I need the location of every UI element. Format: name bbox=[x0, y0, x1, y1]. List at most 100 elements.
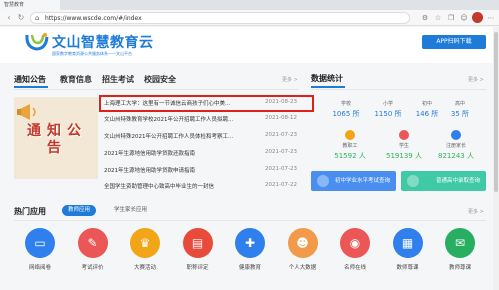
person-data-icon[interactable]: ☻ bbox=[287, 228, 318, 258]
extensions-icon[interactable]: ⚙ bbox=[420, 13, 430, 23]
tab-teacher-apps[interactable]: 教师应用 bbox=[62, 205, 97, 216]
app-item[interactable]: ☻ 个人大数据 bbox=[277, 228, 329, 271]
browser-tab-bar: 智慧教育 bbox=[0, 0, 499, 10]
app-label: 健康教育 bbox=[238, 265, 261, 271]
stat-label: 注册家长 bbox=[445, 143, 466, 149]
stat-parents: 注册家长 821243 人 bbox=[432, 130, 480, 161]
app-label: 教师尊课 bbox=[448, 265, 471, 271]
news-title[interactable]: 全国学生资助管理中心致高中毕业生的一封信 bbox=[104, 182, 259, 190]
highlight-box bbox=[99, 95, 314, 112]
app-label: 个人大数据 bbox=[288, 265, 317, 271]
scrollbar[interactable] bbox=[493, 27, 499, 290]
avatar[interactable] bbox=[472, 12, 483, 23]
promo-middle-school-exam[interactable]: 初中学业水平考试查询 bbox=[311, 171, 396, 191]
logo-subtitle: 国家数字教育资源公共服务体系——文山平台 bbox=[52, 51, 132, 56]
chat-icon[interactable]: ✉ bbox=[445, 228, 475, 258]
book-grid-icon[interactable]: ▦ bbox=[392, 228, 423, 258]
news-row[interactable]: 文山州特殊教育学校2021年公开招聘工作人员拟聘… 2021-08-12 bbox=[104, 113, 306, 125]
more-menu-icon[interactable]: ⋯ bbox=[486, 13, 496, 23]
app-download-button[interactable]: APP扫码下载 bbox=[422, 35, 486, 49]
app-label: 大赛活动 bbox=[133, 265, 156, 271]
app-glyph: ▦ bbox=[401, 236, 414, 250]
news-row[interactable]: 全国学生资助管理中心致高中毕业生的一封信 2021-07-22 bbox=[104, 180, 306, 192]
app-item[interactable]: ♛ 大赛活动 bbox=[119, 228, 171, 271]
address-bar[interactable]: ⌂ https://www.wscde.com/#/index bbox=[30, 12, 410, 24]
medical-kit-icon[interactable]: ✚ bbox=[235, 228, 265, 258]
app-glyph: ☻ bbox=[296, 236, 309, 250]
news-title[interactable]: 2021年生源地信用助学贷款还款指南 bbox=[104, 149, 259, 157]
app-label: 网络阅卷 bbox=[28, 265, 51, 271]
news-row[interactable]: 2021年生源地信用助学贷款申请指南 2021-07-23 bbox=[104, 164, 306, 176]
address-url: https://www.wscde.com/#/index bbox=[45, 15, 142, 22]
promo-high-school-admission[interactable]: 普通高中录取查询 bbox=[401, 171, 486, 191]
stats-more-link[interactable]: 更多 > bbox=[468, 76, 484, 83]
tab-campus-safety[interactable]: 校园安全 bbox=[144, 74, 176, 85]
app-item[interactable]: ◉ 名师在线 bbox=[329, 228, 381, 271]
app-label: 名师在线 bbox=[343, 265, 366, 271]
news-date: 2021-07-23 bbox=[265, 166, 297, 172]
tab-student-parent-apps[interactable]: 学生家长应用 bbox=[108, 205, 153, 216]
news-row[interactable]: 文山州特殊2021年公开招聘工作人员体检和考察工… 2021-07-23 bbox=[104, 130, 306, 142]
browser-tab[interactable]: 智慧教育 bbox=[0, 0, 60, 10]
stat-label: 学生 bbox=[398, 143, 409, 149]
app-item[interactable]: ✎ 考试评价 bbox=[67, 228, 119, 271]
stat-schools: 学校 1065 所 bbox=[322, 100, 370, 119]
stat-high: 高中 35 所 bbox=[436, 100, 484, 119]
stat-value: 519139 人 bbox=[386, 152, 422, 160]
divider bbox=[14, 220, 486, 221]
app-glyph: ▭ bbox=[34, 236, 46, 250]
app-glyph: ◉ bbox=[349, 236, 361, 250]
promo-label: 初中学业水平考试查询 bbox=[334, 178, 390, 184]
certificate-icon[interactable]: ▤ bbox=[182, 228, 213, 258]
app-label: 数师尊课 bbox=[396, 265, 419, 271]
favorites-icon[interactable]: ☆ bbox=[433, 13, 443, 23]
monitor-icon[interactable]: ▭ bbox=[25, 228, 55, 258]
refresh-icon[interactable]: ↻ bbox=[16, 13, 26, 23]
apps-more-link[interactable]: 更多 > bbox=[468, 208, 484, 215]
news-date: 2021-07-23 bbox=[265, 132, 297, 138]
notice-banner-title: 通知公告 bbox=[27, 123, 87, 156]
promo-label: 普通高中录取查询 bbox=[435, 178, 480, 184]
stat-staff: 教职工 51592 人 bbox=[326, 130, 374, 161]
news-title[interactable]: 文山州特殊2021年公开招聘工作人员体检和考察工… bbox=[104, 132, 259, 140]
app-item[interactable]: ▤ 职称评定 bbox=[172, 228, 224, 271]
more-link[interactable]: 更多 > bbox=[282, 76, 298, 83]
stat-value: 821243 人 bbox=[438, 152, 474, 160]
profile-icon[interactable]: ☺ bbox=[459, 13, 469, 23]
news-row[interactable]: 2021年生源地信用助学贷款还款指南 2021-07-23 bbox=[104, 147, 306, 159]
collections-icon[interactable]: ❐ bbox=[446, 13, 456, 23]
staff-icon bbox=[345, 130, 355, 140]
news-title[interactable]: 2021年生源地信用助学贷款申请指南 bbox=[104, 166, 259, 174]
app-item[interactable]: ▭ 网络阅卷 bbox=[14, 228, 66, 271]
app-item[interactable]: ✉ 教师尊课 bbox=[434, 228, 486, 271]
teacher-online-icon[interactable]: ◉ bbox=[340, 228, 370, 258]
pencil-icon[interactable]: ✎ bbox=[77, 228, 108, 258]
logo-title: 文山智慧教育云 bbox=[52, 35, 154, 51]
trophy-icon[interactable]: ♛ bbox=[130, 228, 160, 258]
back-icon[interactable]: ‹ bbox=[4, 13, 14, 23]
stat-label: 教职工 bbox=[342, 143, 358, 149]
app-glyph: ♛ bbox=[139, 236, 151, 250]
stats-title: 数据统计 bbox=[311, 74, 343, 83]
app-item[interactable]: ✚ 健康教育 bbox=[224, 228, 276, 271]
tab-active-indicator bbox=[14, 86, 48, 88]
site-header: 文山智慧教育云 国家数字教育资源公共服务体系——文山平台 APP扫码下载 bbox=[0, 27, 499, 63]
notice-banner[interactable]: 通知公告 bbox=[14, 97, 98, 179]
stat-value: 51592 人 bbox=[334, 152, 366, 160]
promo-decoration-icon bbox=[317, 175, 329, 187]
tab-admissions[interactable]: 招生考试 bbox=[102, 74, 134, 85]
students-icon bbox=[399, 130, 409, 140]
app-glyph: ✉ bbox=[454, 236, 466, 250]
stat-students: 学生 519139 人 bbox=[380, 130, 428, 161]
stats-underline bbox=[311, 86, 345, 88]
app-item[interactable]: ▦ 数师尊课 bbox=[382, 228, 434, 271]
divider bbox=[14, 89, 299, 90]
parents-icon bbox=[451, 130, 461, 140]
news-title[interactable]: 文山州特殊教育学校2021年公开招聘工作人员拟聘… bbox=[104, 115, 259, 123]
tab-notices[interactable]: 通知公告 bbox=[14, 74, 46, 85]
tab-education-info[interactable]: 教育信息 bbox=[60, 74, 92, 85]
app-label: 考试评价 bbox=[81, 265, 104, 271]
news-date: 2021-07-23 bbox=[265, 149, 297, 155]
scrollbar-thumb[interactable] bbox=[494, 32, 498, 192]
app-glyph: ✎ bbox=[87, 236, 98, 250]
